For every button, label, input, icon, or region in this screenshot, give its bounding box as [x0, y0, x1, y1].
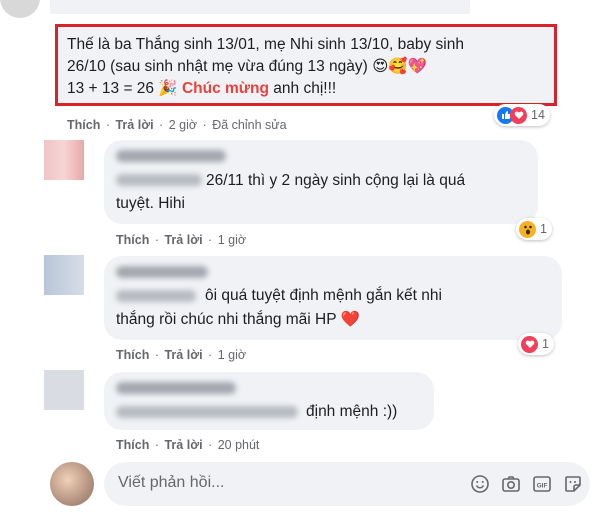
blurred-tag: [116, 174, 202, 186]
like-link[interactable]: Thích: [116, 438, 149, 452]
blurred-author-name: [116, 406, 298, 418]
timestamp[interactable]: 1 giờ: [218, 233, 246, 247]
highlighted-comment-text: Thế là ba Thắng sinh 13/01, mẹ Nhi sinh …: [67, 34, 547, 100]
reply-composer[interactable]: Viết phản hồi... GIF: [104, 462, 590, 506]
blurred-author-name[interactable]: [116, 150, 226, 162]
reply-actions: Thích · Trả lời · 1 giờ: [116, 233, 247, 247]
like-link[interactable]: Thích: [116, 233, 149, 247]
camera-icon[interactable]: [500, 473, 522, 495]
gif-icon[interactable]: GIF: [531, 473, 553, 495]
previous-comment-bubble: [50, 0, 470, 14]
timestamp[interactable]: 2 giờ: [169, 118, 197, 132]
congrats-highlight: Chúc mừng: [181, 80, 269, 97]
reaction-summary[interactable]: 1: [518, 333, 554, 355]
love-reaction-icon: [510, 106, 527, 124]
comment-line: 13 + 13 = 26 🎉 Chúc mừng anh chị!!!: [67, 78, 547, 100]
reply-text: 26/11 thì y 2 ngày sinh cộng lại là quá: [206, 172, 466, 189]
reply-link[interactable]: Trả lời: [164, 233, 202, 247]
timestamp[interactable]: 1 giờ: [218, 348, 246, 362]
comment-line: 26/10 (sau sinh nhật mẹ vừa đúng 13 ngày…: [67, 58, 427, 75]
timestamp[interactable]: 20 phút: [218, 438, 260, 452]
blurred-tag: [116, 290, 196, 302]
reply-actions: Thích · Trả lời · 20 phút: [116, 438, 260, 452]
reply-link[interactable]: Trả lời: [164, 438, 202, 452]
comment-line-text: 13 + 13 = 26 🎉: [67, 80, 182, 97]
like-link[interactable]: Thích: [116, 348, 149, 362]
current-user-avatar[interactable]: [50, 462, 94, 506]
emoji-icon[interactable]: [469, 473, 491, 495]
edited-label: Đã chỉnh sửa: [212, 118, 287, 132]
wow-reaction-icon: [519, 220, 536, 238]
reply-link[interactable]: Trả lời: [115, 118, 153, 132]
reply-text: ôi quá tuyệt định mệnh gắn kết nhi: [205, 287, 442, 304]
sticker-icon[interactable]: [562, 473, 584, 495]
love-reaction-icon: [521, 335, 538, 353]
comment-actions: Thích · Trả lời · 2 giờ · Đã chỉnh sửa: [67, 118, 287, 132]
avatar-top[interactable]: [0, 0, 40, 18]
reaction-summary[interactable]: 14: [494, 104, 550, 126]
avatar[interactable]: [44, 255, 84, 295]
reaction-summary[interactable]: 1: [516, 218, 552, 240]
blurred-author-name[interactable]: [116, 382, 236, 394]
reaction-count: 1: [540, 222, 547, 236]
reply-input-placeholder[interactable]: Viết phản hồi...: [118, 474, 224, 492]
avatar[interactable]: [44, 140, 84, 180]
reaction-count: 14: [531, 108, 545, 122]
like-link[interactable]: Thích: [67, 118, 100, 132]
blurred-author-name[interactable]: [116, 266, 208, 278]
reply-text: tuyệt. Hihi: [116, 195, 185, 212]
svg-text:GIF: GIF: [537, 483, 548, 490]
reply-text: thắng rồi chúc nhi thắng mãi HP ❤️: [116, 311, 360, 328]
composer-icons: GIF: [469, 473, 584, 495]
comment-line-text: anh chị!!!: [268, 80, 337, 97]
reply-text: định mệnh :)): [306, 403, 398, 420]
reply-link[interactable]: Trả lời: [164, 348, 202, 362]
reaction-count: 1: [542, 337, 549, 351]
comment-line: Thế là ba Thắng sinh 13/01, mẹ Nhi sinh …: [67, 36, 464, 53]
avatar[interactable]: [44, 370, 84, 410]
reply-actions: Thích · Trả lời · 1 giờ: [116, 348, 247, 362]
